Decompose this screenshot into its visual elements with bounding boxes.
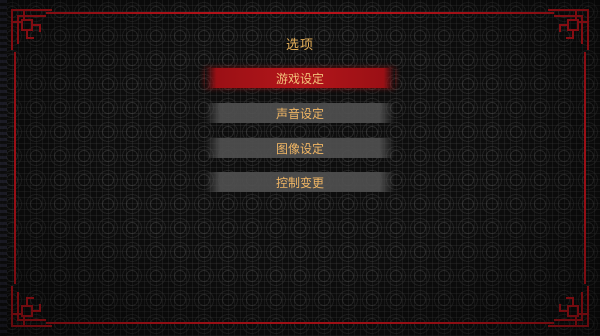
frame-right-line [584, 52, 586, 284]
corner-ornament-bottom-right-icon [548, 286, 589, 327]
menu-item-game-settings[interactable]: 游戏设定 [205, 68, 395, 88]
menu-item-label: 图像设定 [275, 141, 324, 156]
menu-item-label: 游戏设定 [275, 71, 324, 86]
menu-item-label: 控制变更 [275, 175, 324, 190]
frame-left-line [14, 52, 16, 284]
options-screen: 选项 游戏设定 声音设定 图像设定 控制变更 [0, 0, 600, 336]
corner-ornament-bottom-left-icon [11, 286, 52, 327]
menu-item-graphics-settings[interactable]: 图像设定 [205, 138, 395, 158]
menu-item-control-settings[interactable]: 控制变更 [205, 172, 395, 192]
menu-item-label: 声音设定 [275, 106, 324, 121]
frame-bottom-line [46, 322, 554, 324]
menu-title: 选项 [285, 38, 314, 53]
frame-top-line [46, 12, 554, 14]
menu-item-sound-settings[interactable]: 声音设定 [205, 103, 395, 123]
